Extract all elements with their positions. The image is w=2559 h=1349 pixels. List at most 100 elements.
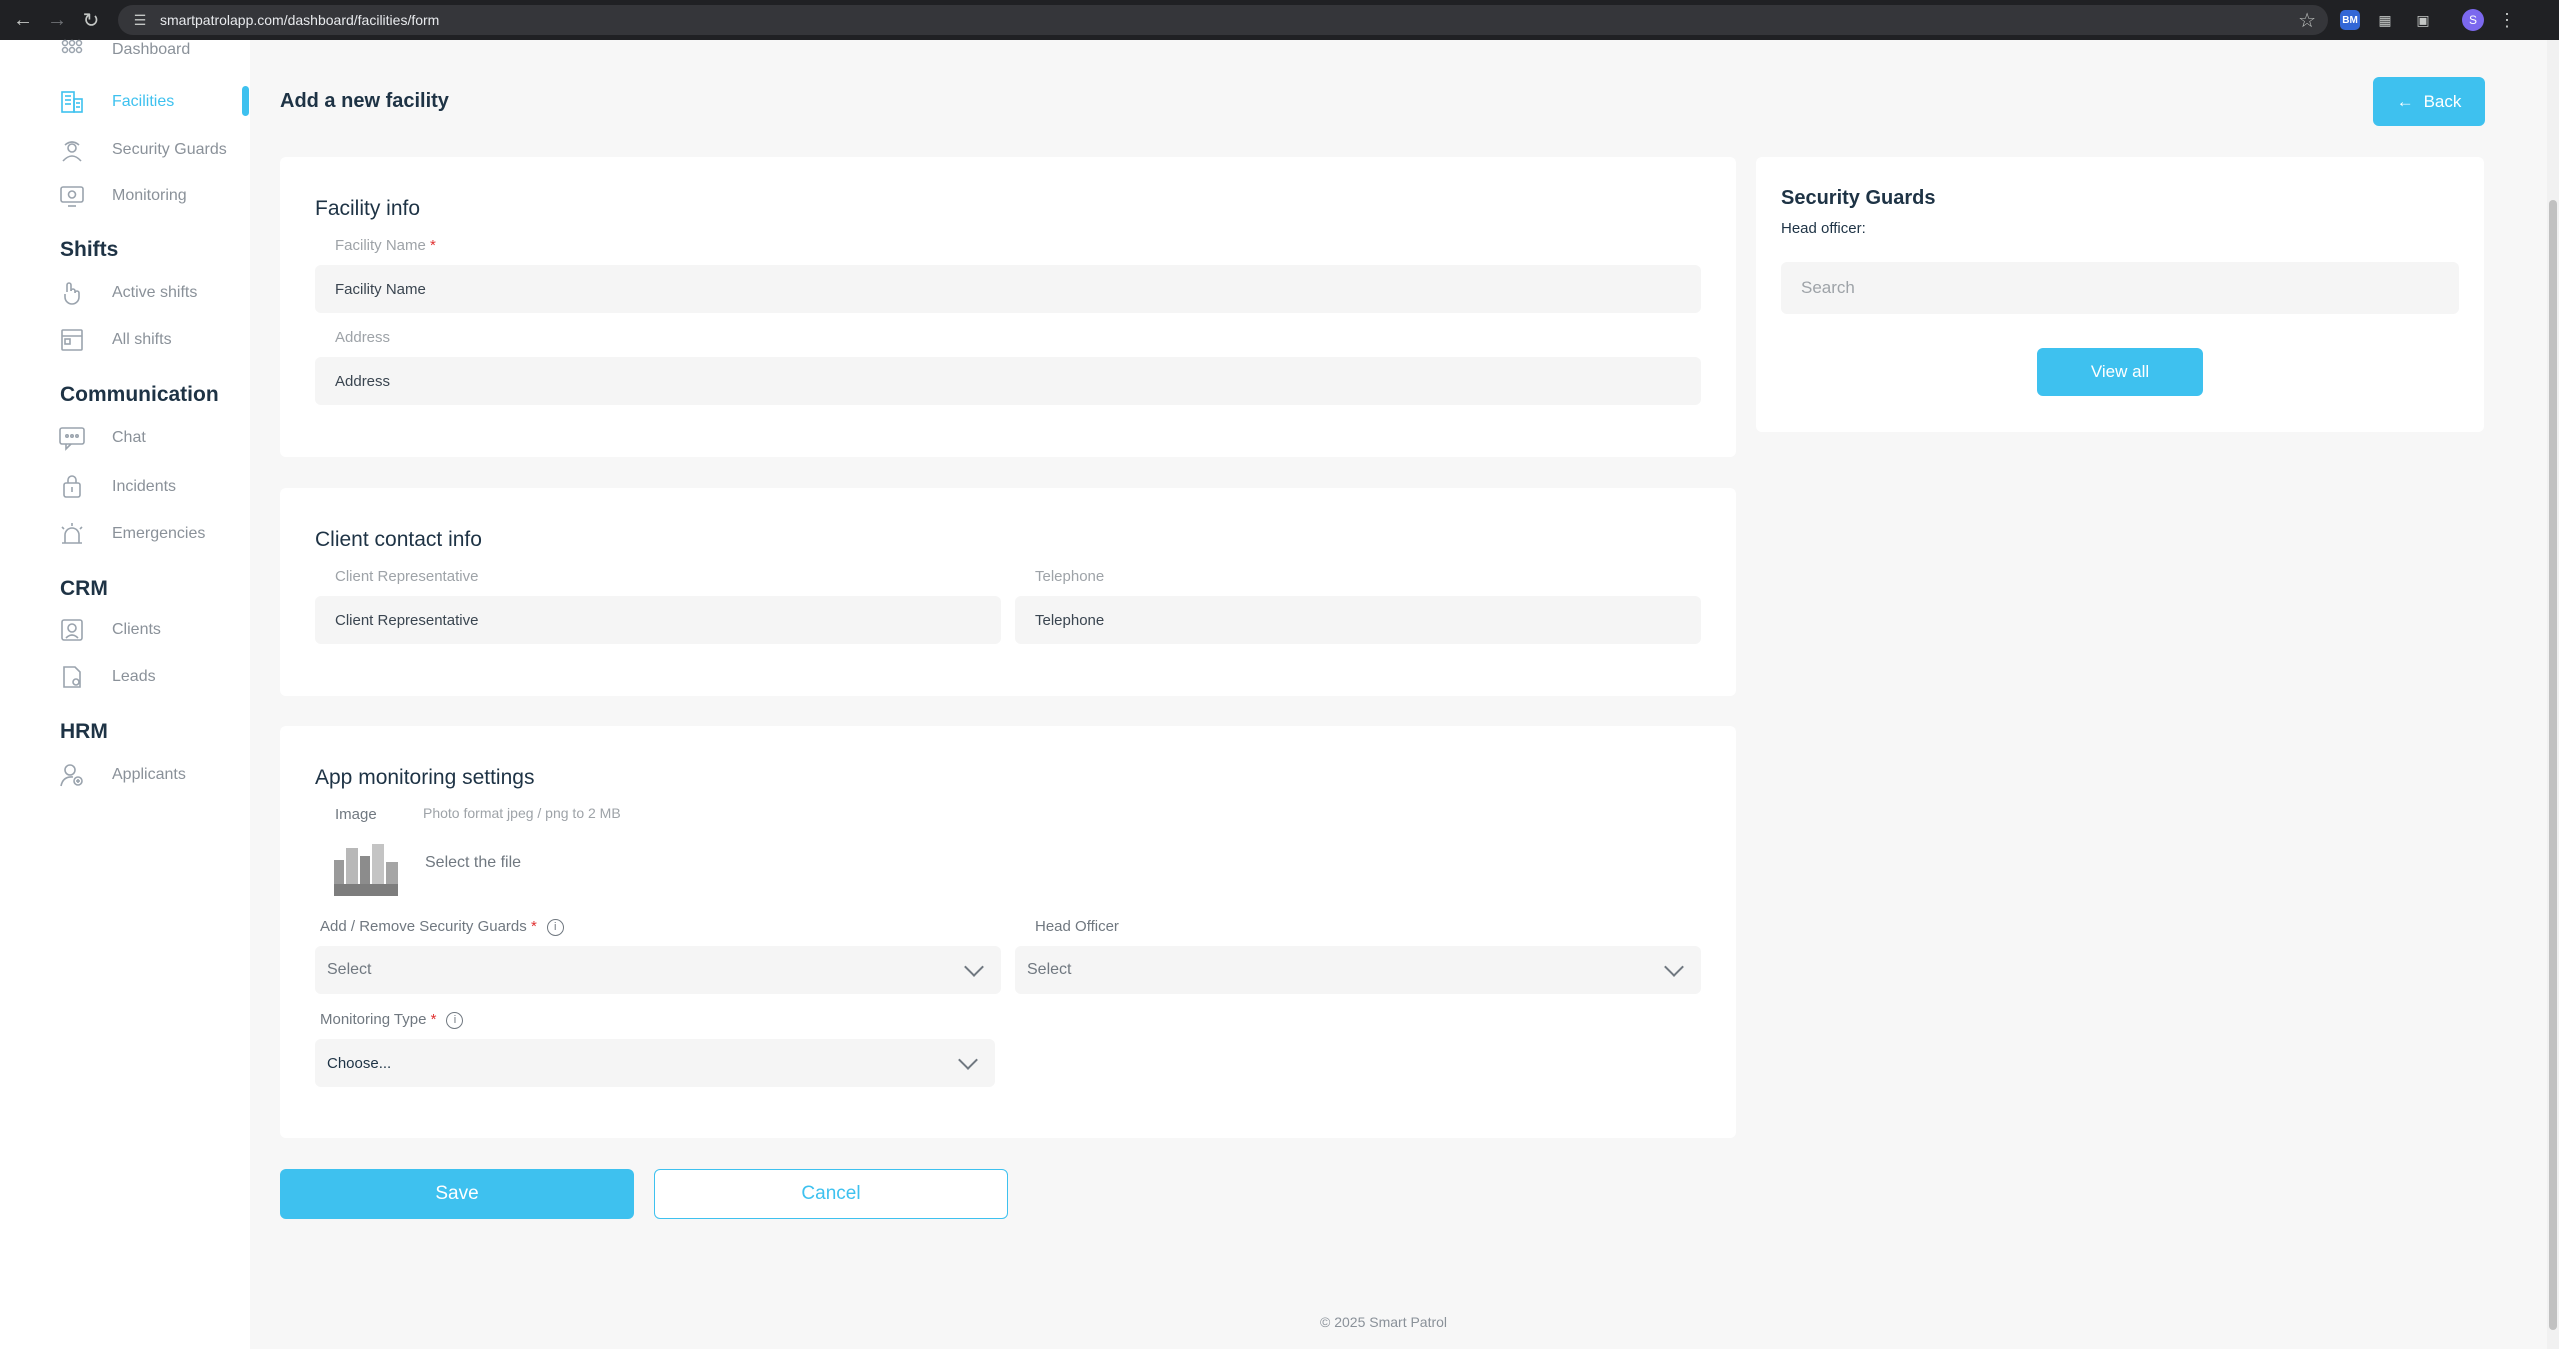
leads-icon: [58, 663, 86, 691]
monitoring-type-label-text: Monitoring Type: [320, 1011, 427, 1028]
address-label: Address: [335, 329, 391, 346]
sidebar-item-label: All shifts: [112, 331, 172, 348]
security-guards-panel: Security Guards Head officer: Search Vie…: [1756, 157, 2484, 432]
sidebar-item-incidents[interactable]: Incidents: [58, 471, 176, 503]
sidebar-item-label: Monitoring: [112, 187, 187, 204]
browser-menu-icon[interactable]: ⋮: [2498, 10, 2516, 31]
client-rep-label: Client Representative: [335, 568, 479, 585]
back-arrow-icon[interactable]: ←: [6, 3, 40, 37]
view-all-button[interactable]: View all: [2037, 348, 2203, 396]
sidebar-item-label: Clients: [112, 621, 161, 638]
monitoring-settings-title: App monitoring settings: [315, 766, 535, 789]
select-file-link[interactable]: Select the file: [425, 854, 521, 872]
sidebar: Dashboard Facilities Security Guards Mon…: [0, 39, 250, 1349]
browser-toolbar: ← → ↻ ☰ smartpatrolapp.com/dashboard/fac…: [0, 0, 2559, 40]
reload-icon[interactable]: ↻: [74, 3, 108, 37]
grid-icon: [58, 36, 86, 64]
monitoring-type-label: Monitoring Type * i: [320, 1011, 464, 1029]
client-rep-input[interactable]: Client Representative: [315, 596, 1001, 644]
sidebar-item-dashboard[interactable]: Dashboard: [58, 34, 190, 66]
site-info-icon[interactable]: ☰: [130, 10, 150, 30]
monitoring-type-value: Choose...: [327, 1054, 392, 1072]
hand-icon: [58, 279, 86, 307]
url-text[interactable]: smartpatrolapp.com/dashboard/facilities/…: [160, 12, 439, 28]
telephone-input[interactable]: Telephone: [1015, 596, 1701, 644]
head-officer-select-value: Select: [1027, 961, 1072, 978]
extension-icon[interactable]: BM: [2340, 10, 2360, 30]
address-input[interactable]: Address: [315, 357, 1701, 405]
facility-info-card: Facility info Facility Name * Facility N…: [280, 157, 1736, 457]
profile-avatar[interactable]: S: [2462, 9, 2484, 31]
chevron-down-icon: [958, 1050, 978, 1070]
sidebar-item-label: Dashboard: [112, 41, 191, 58]
applicant-icon: [58, 761, 86, 789]
head-officer-select[interactable]: Select: [1015, 946, 1701, 994]
facility-name-label-text: Facility Name: [335, 237, 426, 254]
monitor-icon: [58, 182, 86, 210]
client-contact-title: Client contact info: [315, 528, 482, 551]
image-format-hint: Photo format jpeg / png to 2 MB: [423, 805, 621, 821]
monitoring-type-select[interactable]: Choose...: [315, 1039, 995, 1087]
head-officer-text: Head officer:: [1781, 220, 1866, 237]
section-title-shifts: Shifts: [60, 238, 119, 261]
telephone-label: Telephone: [1035, 568, 1105, 585]
sidebar-item-emergencies[interactable]: Emergencies: [58, 518, 205, 550]
section-title-hrm: HRM: [60, 720, 108, 743]
sidebar-item-label: Applicants: [112, 766, 186, 783]
guards-search-input[interactable]: Search: [1781, 262, 2459, 314]
info-icon[interactable]: i: [546, 918, 564, 936]
sidebar-item-chat[interactable]: Chat: [58, 422, 146, 454]
cancel-button[interactable]: Cancel: [654, 1169, 1008, 1219]
sidebar-item-monitoring[interactable]: Monitoring: [58, 180, 187, 212]
calendar-icon: [58, 326, 86, 354]
sidebar-item-leads[interactable]: Leads: [58, 661, 156, 693]
sidebar-item-active-shifts[interactable]: Active shifts: [58, 277, 197, 309]
image-placeholder[interactable]: [334, 840, 398, 896]
monitoring-settings-card: App monitoring settings Image Photo form…: [280, 726, 1736, 1138]
sidebar-item-label: Emergencies: [112, 525, 206, 542]
scrollbar-thumb[interactable]: [2549, 200, 2557, 1330]
facility-name-label: Facility Name *: [335, 237, 436, 254]
head-officer-label: Head Officer: [1035, 918, 1119, 935]
bookmark-star-icon[interactable]: ☆: [2298, 8, 2316, 33]
translate-icon[interactable]: ▦: [2372, 7, 2398, 33]
sidebar-item-label: Chat: [112, 429, 146, 446]
city-image-icon: [334, 844, 398, 896]
sidebar-item-applicants[interactable]: Applicants: [58, 759, 186, 791]
page-scrollbar[interactable]: [2547, 40, 2559, 1349]
sidebar-item-clients[interactable]: Clients: [58, 614, 161, 646]
sidebar-item-facilities[interactable]: Facilities: [58, 86, 174, 118]
arrow-left-icon: ←: [2396, 91, 2414, 111]
extensions-puzzle-icon[interactable]: ▣: [2410, 7, 2436, 33]
facility-info-title: Facility info: [315, 197, 421, 220]
active-indicator: [242, 86, 249, 116]
footer-copyright: © 2025 Smart Patrol: [1320, 1314, 1448, 1330]
sidebar-item-label: Incidents: [112, 478, 177, 495]
guards-select[interactable]: Select: [315, 946, 1001, 994]
address-bar[interactable]: ☰ smartpatrolapp.com/dashboard/facilitie…: [118, 5, 2328, 35]
sidebar-item-label: Active shifts: [112, 284, 198, 301]
info-icon[interactable]: i: [446, 1011, 464, 1029]
clients-icon: [58, 616, 86, 644]
sidebar-item-all-shifts[interactable]: All shifts: [58, 324, 172, 356]
guards-select-label: Add / Remove Security Guards * i: [320, 918, 564, 936]
security-guards-panel-title: Security Guards: [1781, 187, 1936, 209]
section-title-communication: Communication: [60, 383, 219, 406]
sidebar-item-label: Leads: [112, 668, 156, 685]
sidebar-item-label: Security Guards: [112, 141, 227, 158]
sidebar-item-label: Facilities: [112, 93, 175, 110]
chevron-down-icon: [964, 957, 984, 977]
chevron-down-icon: [1664, 957, 1684, 977]
back-button[interactable]: ← Back: [2373, 77, 2485, 126]
guards-select-value: Select: [327, 961, 372, 978]
image-label: Image: [335, 806, 377, 823]
forward-arrow-icon[interactable]: →: [40, 3, 74, 37]
guard-icon: [58, 136, 86, 164]
chat-icon: [58, 424, 86, 452]
facility-name-input[interactable]: Facility Name: [315, 265, 1701, 313]
building-icon: [58, 88, 86, 116]
client-contact-card: Client contact info Client Representativ…: [280, 488, 1736, 696]
alarm-icon: [58, 520, 86, 548]
sidebar-item-security-guards[interactable]: Security Guards: [58, 134, 227, 166]
save-button[interactable]: Save: [280, 1169, 634, 1219]
